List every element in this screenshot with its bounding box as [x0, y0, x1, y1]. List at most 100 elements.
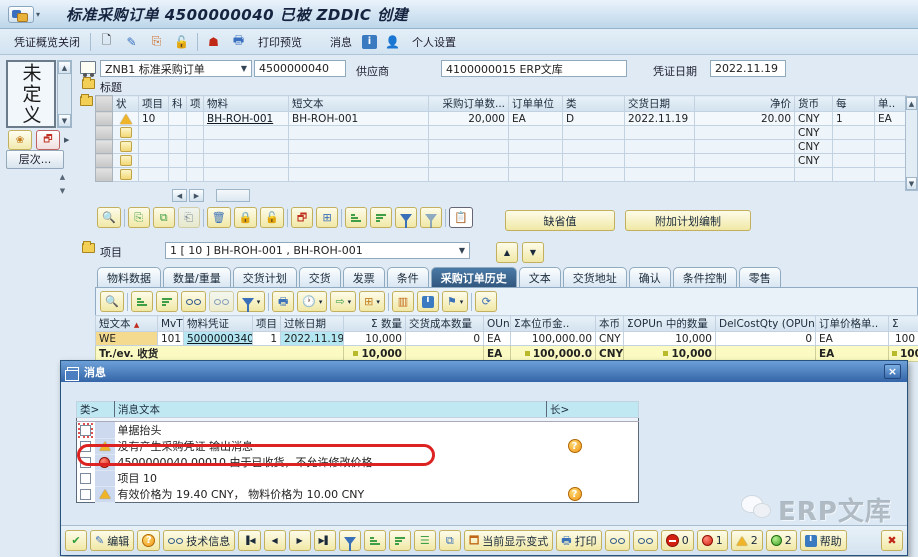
- status-button[interactable]: [113, 140, 139, 154]
- col-message-type[interactable]: 类>: [77, 402, 115, 418]
- display-variant-button[interactable]: 🗖当前显示变式: [464, 530, 553, 551]
- col-material[interactable]: 物料: [204, 96, 289, 112]
- hist-find-button[interactable]: [181, 291, 206, 312]
- item-number-cell[interactable]: 10: [139, 112, 169, 126]
- hist-search-button[interactable]: 🔍: [100, 291, 124, 312]
- item-grid-hscrollbar[interactable]: ◀ ▶: [172, 189, 250, 202]
- col-delivery-date[interactable]: 交货日期: [625, 96, 695, 112]
- message-row-error[interactable]: 4500000040 00010 由于已收货，不允许修改价格: [77, 454, 639, 470]
- grid-folder-icon[interactable]: [80, 96, 93, 109]
- grid-settings-button[interactable]: ⊞: [316, 207, 338, 228]
- hcol-amount-lc[interactable]: Σ本位币金..: [511, 316, 596, 332]
- find-next-button[interactable]: [633, 530, 658, 551]
- detail-button[interactable]: ⧉: [439, 530, 461, 551]
- col-currency[interactable]: 货币: [795, 96, 833, 112]
- unlock-button[interactable]: 🔓: [260, 207, 284, 228]
- info-icon[interactable]: i: [362, 35, 377, 49]
- hist-sort-desc-button[interactable]: [156, 291, 178, 312]
- message-checkbox[interactable]: [77, 486, 95, 503]
- hist-sort-asc-button[interactable]: [131, 291, 153, 312]
- material-link[interactable]: BH-ROH-001: [204, 112, 289, 126]
- hcol-qty[interactable]: Σ 数量: [344, 316, 406, 332]
- col-price-unit[interactable]: 单..: [875, 96, 907, 112]
- tab-delivery-address[interactable]: 交货地址: [563, 267, 627, 288]
- help-icon[interactable]: ?: [547, 438, 639, 454]
- close-icon[interactable]: ×: [884, 364, 901, 379]
- message-checkbox[interactable]: [77, 422, 95, 439]
- messages-button[interactable]: 消息: [326, 32, 356, 52]
- duplicate-view-button[interactable]: 🗗: [291, 207, 313, 228]
- collapse-down-icon[interactable]: ▼: [56, 186, 69, 198]
- hist-amount-cell[interactable]: 100,000.00: [511, 332, 596, 346]
- tab-condition-control[interactable]: 条件控制: [673, 267, 737, 288]
- hist-qty-cell[interactable]: 10,000: [344, 332, 406, 346]
- doc-overview-off-button[interactable]: 凭证概览关闭: [10, 32, 84, 52]
- copy-icon[interactable]: ⎘: [147, 33, 166, 51]
- other-document-icon[interactable]: ✎: [122, 33, 141, 51]
- hist-chart-button[interactable]: ▥: [392, 291, 414, 312]
- item-row-empty[interactable]: [96, 168, 907, 182]
- print-preview-button[interactable]: 打印预览: [254, 32, 306, 52]
- scroll-left-icon[interactable]: ◀: [172, 189, 187, 202]
- sort-asc-button[interactable]: [364, 530, 386, 551]
- message-row[interactable]: 没有产生采购凭证 输出消息 ?: [77, 438, 639, 454]
- item-grid-vscrollbar[interactable]: ▲ ▼: [905, 96, 918, 191]
- abort-count-button[interactable]: 0: [661, 530, 694, 551]
- order-number-field[interactable]: 4500000040: [254, 60, 346, 77]
- net-price-cell[interactable]: 20.00: [695, 112, 795, 126]
- message-text[interactable]: 没有产生采购凭证 输出消息: [115, 438, 547, 454]
- hcol-oun[interactable]: OUn: [484, 316, 511, 332]
- category-cell[interactable]: D: [563, 112, 625, 126]
- warning-count-button[interactable]: 2: [731, 530, 763, 551]
- search-button[interactable]: 🔍: [97, 207, 121, 228]
- message-text[interactable]: 单据抬头: [115, 422, 547, 439]
- dialog-titlebar[interactable]: 消息 ×: [61, 361, 907, 382]
- message-row[interactable]: 项目 10: [77, 470, 639, 486]
- hist-find-next-button[interactable]: [209, 291, 234, 312]
- tab-conditions[interactable]: 条件: [387, 267, 429, 288]
- unit-cell[interactable]: EA: [509, 112, 563, 126]
- hist-item-cell[interactable]: 1: [253, 332, 281, 346]
- default-values-button[interactable]: 缺省值: [505, 210, 615, 231]
- next-item-button[interactable]: ▼: [522, 242, 544, 263]
- edit-button[interactable]: ✎编辑: [90, 530, 134, 551]
- success-count-button[interactable]: 2: [766, 530, 797, 551]
- additional-planning-button[interactable]: 附加计划编制: [625, 210, 751, 231]
- tab-invoice[interactable]: 发票: [343, 267, 385, 288]
- row-selector[interactable]: [96, 112, 113, 126]
- hcol-delcostqty[interactable]: DelCostQty (OPUn): [716, 316, 816, 332]
- expand-right-icon[interactable]: ▶: [64, 136, 69, 144]
- list-button[interactable]: ☰: [414, 530, 436, 551]
- status-button[interactable]: [113, 154, 139, 168]
- sort-asc-button[interactable]: [345, 207, 367, 228]
- currency-cell[interactable]: CNY: [795, 154, 833, 168]
- sort-desc-button[interactable]: [389, 530, 411, 551]
- tech-info-button[interactable]: 技术信息: [163, 530, 235, 551]
- vendor-field[interactable]: 4100000015 ERP文库: [441, 60, 627, 77]
- titlebar-dropdown-icon[interactable]: ▾: [36, 10, 40, 19]
- confirm-button[interactable]: ✔: [65, 530, 87, 551]
- hcol-short-text[interactable]: 短文本 ▲: [96, 316, 158, 332]
- sort-desc-button[interactable]: [370, 207, 392, 228]
- filter-button[interactable]: [395, 207, 417, 228]
- col-item-cat[interactable]: 项: [187, 96, 204, 112]
- sidebar-scrollbar[interactable]: ▲ ▼: [57, 60, 72, 128]
- filter-delete-button[interactable]: [420, 207, 442, 228]
- col-status[interactable]: 状: [113, 96, 139, 112]
- hcol-item[interactable]: 项目: [253, 316, 281, 332]
- tab-retail[interactable]: 零售: [739, 267, 781, 288]
- hist-oun-cell[interactable]: EA: [484, 332, 511, 346]
- tab-po-history[interactable]: 采购订单历史: [431, 267, 517, 288]
- next-page-button[interactable]: ▶: [289, 530, 311, 551]
- error-count-button[interactable]: 1: [697, 530, 728, 551]
- hist-views-button[interactable]: ⚑▾: [442, 291, 468, 312]
- item-row-empty[interactable]: CNY: [96, 126, 907, 140]
- tab-confirmations[interactable]: 确认: [629, 267, 671, 288]
- hist-export-button[interactable]: ⇨▾: [330, 291, 356, 312]
- scroll-up-icon[interactable]: ▲: [58, 61, 71, 74]
- hist-layout-button[interactable]: ⊞▾: [359, 291, 385, 312]
- tab-delivery-schedule[interactable]: 交货计划: [233, 267, 297, 288]
- tab-material-data[interactable]: 物料数据: [97, 267, 161, 288]
- currency-cell[interactable]: CNY: [795, 126, 833, 140]
- item-row-empty[interactable]: CNY: [96, 140, 907, 154]
